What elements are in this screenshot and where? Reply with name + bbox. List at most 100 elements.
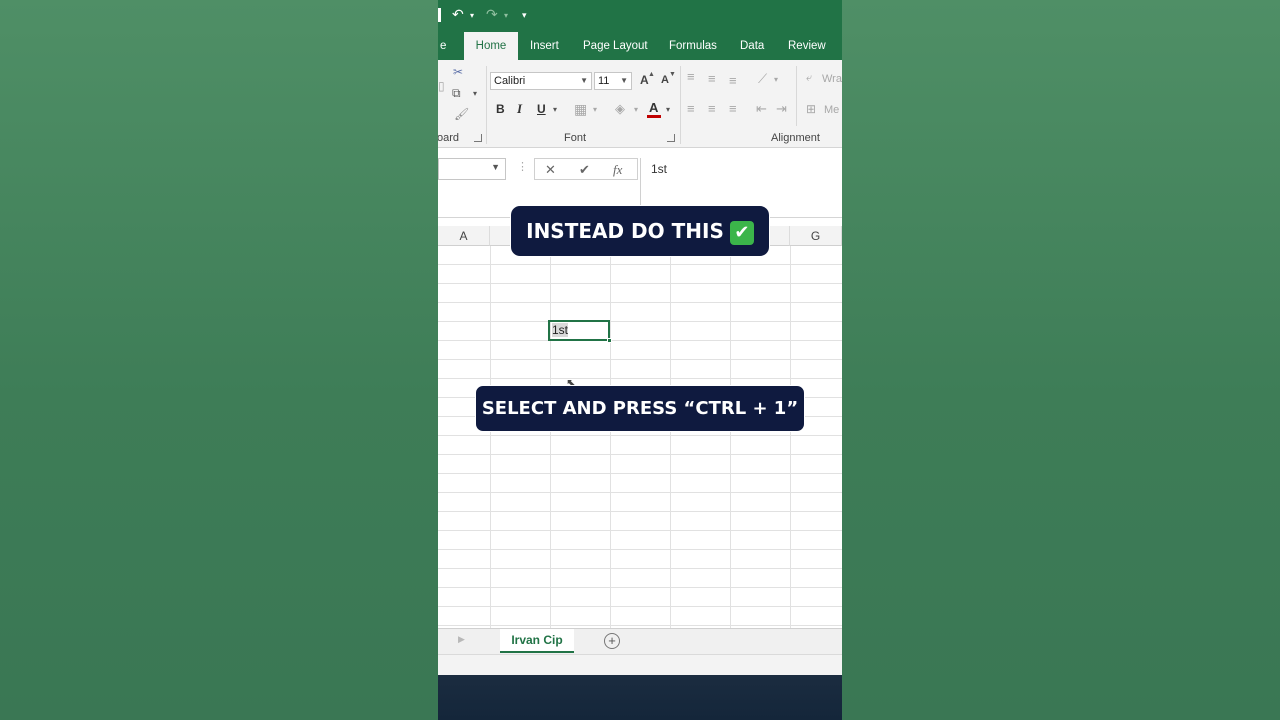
row-gridline: [438, 492, 842, 493]
clipboard-launcher-icon[interactable]: [474, 134, 482, 142]
borders-icon[interactable]: ▦: [574, 102, 587, 116]
row-gridline: [438, 625, 842, 626]
font-group-label: Font: [564, 132, 587, 144]
tab-home[interactable]: Home: [464, 32, 518, 60]
insert-function-icon[interactable]: fx: [613, 162, 622, 178]
shrink-font-arrow-icon: ▼: [669, 71, 676, 78]
tab-insert[interactable]: Insert: [524, 32, 565, 60]
group-separator: [796, 66, 797, 126]
row-gridline: [438, 568, 842, 569]
background-right: [842, 0, 1280, 720]
redo-icon[interactable]: ↷: [486, 6, 498, 23]
copy-icon[interactable]: ⧉: [452, 87, 461, 99]
increase-indent-icon[interactable]: ⇥: [776, 102, 787, 115]
row-gridline: [438, 511, 842, 512]
row-gridline: [438, 321, 842, 322]
font-color-dropdown-icon[interactable]: ▾: [666, 106, 670, 114]
font-color-swatch: [647, 115, 661, 118]
row-gridline: [438, 359, 842, 360]
caption-top-text: INSTEAD DO THIS: [526, 219, 724, 243]
column-header-g[interactable]: G: [790, 226, 842, 246]
align-center-icon[interactable]: ≡: [708, 102, 716, 115]
align-middle-icon[interactable]: ≡: [708, 72, 716, 85]
align-top-icon[interactable]: ≡: [687, 70, 695, 83]
chevron-down-icon: ▼: [491, 162, 500, 172]
font-name-value: Calibri: [494, 75, 526, 87]
chevron-down-icon: ▼: [580, 76, 588, 85]
format-painter-icon[interactable]: 🖌: [454, 108, 469, 120]
row-gridline: [438, 340, 842, 341]
bold-button[interactable]: B: [496, 103, 505, 115]
underline-button[interactable]: U: [537, 103, 546, 115]
tab-formulas[interactable]: Formulas: [663, 32, 723, 60]
shrink-font-icon[interactable]: A: [661, 75, 669, 86]
orientation-dropdown-icon[interactable]: ▾: [774, 76, 778, 84]
underline-dropdown-icon[interactable]: ▾: [553, 106, 557, 114]
excel-window: ↶ ▾ ↷ ▾ ▾ e Home Insert Page Layout Form…: [438, 0, 842, 720]
wrap-text-label[interactable]: Wra: [822, 74, 842, 85]
align-bottom-icon[interactable]: ≡: [729, 74, 737, 87]
caption-select-and-press: SELECT AND PRESS “CTRL + 1”: [475, 385, 805, 432]
font-launcher-icon[interactable]: [667, 134, 675, 142]
ribbon-tabs: e Home Insert Page Layout Formulas Data …: [438, 32, 842, 60]
customize-qat-icon[interactable]: ▾: [522, 10, 527, 21]
column-gridline: [610, 246, 611, 628]
align-right-icon[interactable]: ≡: [729, 102, 737, 115]
enter-icon[interactable]: ✔: [579, 162, 590, 178]
row-gridline: [438, 378, 842, 379]
sheet-tab-irvan-cip[interactable]: Irvan Cip: [500, 629, 574, 653]
name-box[interactable]: ▼: [438, 158, 506, 180]
tab-data[interactable]: Data: [734, 32, 770, 60]
copy-dropdown-icon[interactable]: ▾: [473, 90, 477, 98]
save-icon-edge: [438, 8, 441, 22]
check-mark-icon: ✔: [729, 220, 754, 245]
title-bar: ↶ ▾ ↷ ▾ ▾: [438, 0, 842, 32]
row-gridline: [438, 473, 842, 474]
italic-button[interactable]: I: [517, 102, 522, 115]
tab-page-layout[interactable]: Page Layout: [577, 32, 654, 60]
row-gridline: [438, 606, 842, 607]
merge-center-label[interactable]: Me: [824, 105, 839, 116]
cancel-icon[interactable]: ✕: [545, 162, 556, 178]
row-gridline: [438, 264, 842, 265]
tab-file[interactable]: e: [438, 32, 452, 60]
undo-icon[interactable]: ↶: [452, 6, 464, 23]
clipboard-group-label: oard: [438, 132, 460, 144]
redo-dropdown-icon[interactable]: ▾: [504, 11, 508, 20]
font-color-icon[interactable]: A: [649, 101, 658, 114]
font-size-select[interactable]: 11 ▼: [594, 72, 632, 90]
decrease-indent-icon[interactable]: ⇤: [756, 102, 767, 115]
align-left-icon[interactable]: ≡: [687, 102, 695, 115]
row-gridline: [438, 302, 842, 303]
formula-bar-grip-icon: ⋮: [517, 161, 528, 173]
undo-dropdown-icon[interactable]: ▾: [470, 11, 474, 20]
background-left: [0, 0, 438, 720]
fill-color-dropdown-icon[interactable]: ▾: [634, 106, 638, 114]
column-gridline: [550, 246, 551, 628]
row-gridline: [438, 454, 842, 455]
column-gridline: [790, 246, 791, 628]
caption-instead-do-this: INSTEAD DO THIS ✔: [510, 205, 770, 257]
add-sheet-icon[interactable]: +: [604, 633, 620, 649]
status-bar: [438, 654, 842, 675]
row-gridline: [438, 435, 842, 436]
fill-handle[interactable]: [607, 338, 612, 343]
font-name-select[interactable]: Calibri ▼: [490, 72, 592, 90]
row-gridline: [438, 530, 842, 531]
column-gridline: [490, 246, 491, 628]
active-cell[interactable]: 1st: [548, 320, 610, 341]
chevron-down-icon: ▼: [620, 76, 628, 85]
wrap-text-icon[interactable]: ⤶: [806, 73, 812, 84]
borders-dropdown-icon[interactable]: ▾: [593, 106, 597, 114]
column-gridline: [730, 246, 731, 628]
paste-icon[interactable]: ▯: [438, 80, 445, 92]
column-header-a[interactable]: A: [438, 226, 490, 246]
sheet-nav-right-icon[interactable]: ▶: [458, 634, 465, 645]
row-gridline: [438, 587, 842, 588]
group-separator: [680, 66, 681, 144]
tab-review[interactable]: Review: [782, 32, 832, 60]
cut-icon[interactable]: ✂: [453, 66, 463, 78]
merge-center-icon[interactable]: ⊞: [806, 103, 816, 115]
orientation-icon[interactable]: ⟋: [758, 72, 767, 85]
fill-color-icon[interactable]: ◈: [615, 102, 625, 115]
